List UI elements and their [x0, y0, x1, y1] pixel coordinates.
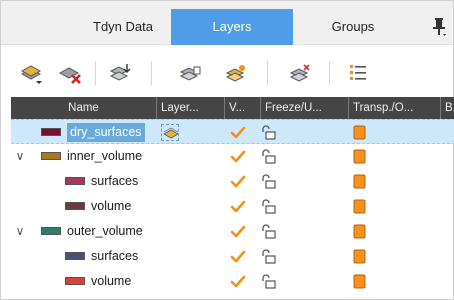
column-header-transparency[interactable]: Transp./O...	[349, 97, 441, 119]
layer-sort-icon[interactable]	[107, 61, 133, 85]
visible-check-icon[interactable]	[229, 248, 247, 265]
layers-panel: Tdyn Data Layers Groups Name Layer... V.…	[0, 0, 454, 300]
column-header-name[interactable]: Name	[11, 97, 157, 119]
list-view-icon[interactable]	[345, 61, 371, 85]
column-header-layer[interactable]: Layer...	[157, 97, 225, 119]
layer-row[interactable]: dry_surfaces	[11, 119, 454, 144]
layer-color-swatch[interactable]	[41, 152, 61, 160]
layer-name: volume	[91, 274, 132, 288]
layer-row[interactable]: ∨ outer_volume	[11, 219, 454, 244]
layer-row[interactable]: volume	[11, 269, 454, 294]
column-header-freeze[interactable]: Freeze/U...	[261, 97, 349, 119]
layer-color-swatch[interactable]	[65, 202, 85, 210]
layer-name: surfaces	[91, 249, 139, 263]
transparency-icon[interactable]	[351, 248, 369, 265]
tab-tdyn-data[interactable]: Tdyn Data	[75, 9, 171, 45]
layer-flag-icon[interactable]	[223, 61, 249, 85]
transparency-icon[interactable]	[351, 223, 369, 240]
layer-name: volume	[91, 199, 132, 213]
freeze-unlock-icon[interactable]	[259, 248, 277, 265]
freeze-unlock-icon[interactable]	[259, 198, 277, 215]
pin-icon[interactable]	[425, 9, 453, 45]
toolbar-separator	[267, 61, 268, 85]
freeze-unlock-icon[interactable]	[259, 124, 277, 141]
visible-check-icon[interactable]	[229, 198, 247, 215]
layer-name: dry_surfaces	[67, 123, 145, 142]
freeze-unlock-icon[interactable]	[259, 273, 277, 290]
layer-row[interactable]: volume	[11, 194, 454, 219]
visible-check-icon[interactable]	[229, 173, 247, 190]
layer-color-swatch[interactable]	[41, 227, 61, 235]
freeze-unlock-icon[interactable]	[259, 173, 277, 190]
layer-name: outer_volume	[67, 224, 143, 238]
collapse-chevron-icon[interactable]: ∨	[13, 223, 27, 239]
layers-table-header: Name Layer... V... Freeze/U... Transp./O…	[11, 97, 454, 119]
transparency-icon[interactable]	[351, 273, 369, 290]
transparency-icon[interactable]	[351, 198, 369, 215]
collapse-chevron-icon[interactable]: ∨	[13, 148, 27, 164]
transparency-icon[interactable]	[351, 124, 369, 141]
layer-color-swatch[interactable]	[65, 277, 85, 285]
layer-row[interactable]: surfaces	[11, 169, 454, 194]
toolbar-separator	[95, 61, 96, 85]
freeze-unlock-icon[interactable]	[259, 223, 277, 240]
layer-name: surfaces	[91, 174, 139, 188]
layer-list-icon[interactable]	[177, 61, 203, 85]
freeze-unlock-icon[interactable]	[259, 148, 277, 165]
transparency-icon[interactable]	[351, 173, 369, 190]
visible-check-icon[interactable]	[229, 223, 247, 240]
layer-row[interactable]: surfaces	[11, 244, 454, 269]
layer-row[interactable]: ∨ inner_volume	[11, 144, 454, 169]
layer-to-use-icon[interactable]	[161, 124, 179, 141]
column-header-b[interactable]: B...	[441, 97, 454, 119]
tab-layers[interactable]: Layers	[171, 9, 293, 45]
layer-settings-icon[interactable]	[287, 61, 313, 85]
layer-color-swatch[interactable]	[65, 252, 85, 260]
column-header-visible[interactable]: V...	[225, 97, 261, 119]
new-layer-icon[interactable]	[19, 61, 45, 85]
visible-check-icon[interactable]	[229, 273, 247, 290]
tab-bar: Tdyn Data Layers Groups	[1, 1, 453, 45]
toolbar-separator	[151, 61, 152, 85]
visible-check-icon[interactable]	[229, 124, 247, 141]
layer-name: inner_volume	[67, 149, 143, 163]
visible-check-icon[interactable]	[229, 148, 247, 165]
transparency-icon[interactable]	[351, 148, 369, 165]
tab-groups[interactable]: Groups	[301, 9, 405, 45]
toolbar-separator	[329, 61, 330, 85]
layer-color-swatch[interactable]	[65, 177, 85, 185]
layer-color-swatch[interactable]	[41, 128, 61, 136]
layers-toolbar	[1, 53, 453, 93]
delete-layer-icon[interactable]	[57, 61, 83, 85]
